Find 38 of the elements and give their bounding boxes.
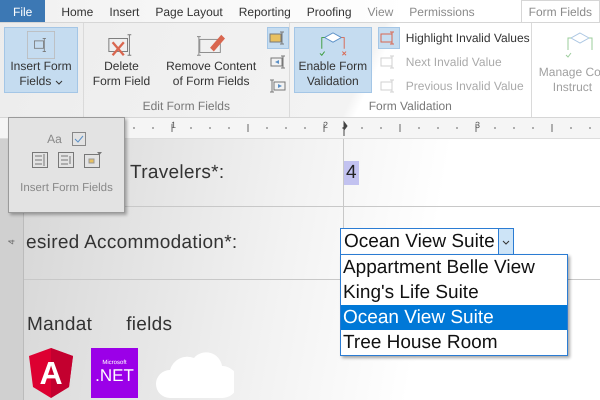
dropdown-option[interactable]: King's Life Suite — [341, 280, 567, 305]
accommodation-dropdown[interactable]: Ocean View Suite — [340, 228, 514, 256]
validation-item[interactable]: Highlight Invalid Values — [378, 27, 530, 49]
group-label: Form Validation — [368, 99, 453, 115]
date-field-icon[interactable] — [84, 152, 102, 168]
field-tool-button[interactable] — [267, 27, 290, 49]
group-label: Edit Form Fields — [142, 99, 231, 115]
checkbox-icon[interactable] — [72, 132, 86, 146]
remove-content-button[interactable]: Remove Content of Form Fields — [161, 27, 262, 93]
ribbon-tab[interactable]: Insert — [101, 0, 148, 22]
note-text: Mandat — [27, 314, 92, 336]
list-field-icon[interactable] — [32, 152, 48, 168]
dropdown-option[interactable]: Appartment Belle View — [341, 255, 567, 280]
angular-logo: A — [29, 348, 73, 398]
field-label: Travelers*: — [130, 162, 224, 184]
field-value[interactable]: 4 — [344, 160, 359, 184]
dropdown-option[interactable]: Tree House Room — [341, 330, 567, 355]
enable-validation-button[interactable]: Enable Form Validation — [294, 27, 372, 93]
ruler-number: 3 — [475, 120, 480, 130]
insert-form-fields-button[interactable]: Insert Form Fields — [4, 27, 78, 93]
popup-title: Insert Form Fields — [20, 182, 113, 194]
flowchart-icon — [318, 31, 348, 59]
dropdown-option[interactable]: Ocean View Suite — [341, 305, 567, 330]
file-tab[interactable]: File — [0, 0, 46, 22]
ruler-number: 4 — [6, 240, 16, 244]
ribbon-tab[interactable]: Home — [53, 0, 102, 22]
ruler-number: 1 — [171, 120, 176, 130]
caret-icon — [54, 80, 63, 85]
form-field-icon — [24, 31, 58, 59]
ribbon-tab[interactable]: Proofing — [298, 0, 360, 22]
list-field-icon[interactable] — [58, 152, 74, 168]
note-text: fields — [126, 314, 172, 336]
field-label: esired Accommodation*: — [26, 232, 238, 254]
delete-field-button[interactable]: Delete Form Field — [88, 27, 156, 93]
caret-icon — [502, 240, 510, 244]
ribbon-tab[interactable]: Reporting — [230, 0, 299, 22]
ruler-number: 2 — [323, 120, 328, 130]
ribbon-tab[interactable]: Page Layout — [147, 0, 231, 22]
